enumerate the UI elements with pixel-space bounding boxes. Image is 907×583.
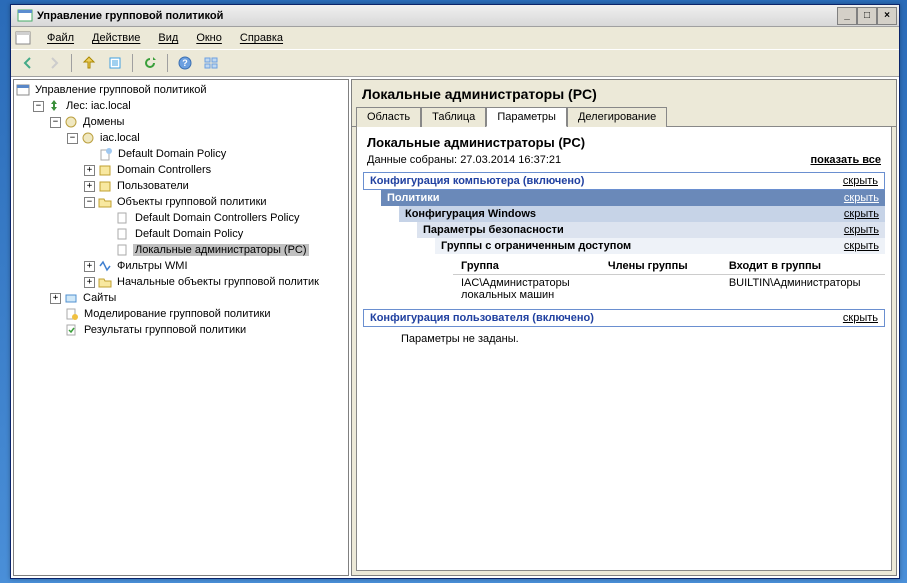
expand-icon[interactable]: +: [84, 165, 95, 176]
results-icon: [65, 323, 79, 337]
section-restricted-groups[interactable]: Группы с ограниченным доступом скрыть: [435, 238, 885, 254]
ou-icon: [98, 179, 112, 193]
section-policies[interactable]: Политики скрыть: [381, 190, 885, 206]
tree-gpo-ddp[interactable]: Default Domain Policy: [101, 226, 346, 242]
no-params-text: Параметры не заданы.: [381, 327, 885, 351]
expand-icon[interactable]: +: [84, 181, 95, 192]
tree-domains[interactable]: − Домены: [50, 114, 346, 130]
main-window: Управление групповой политикой _ □ × Фай…: [10, 4, 900, 579]
folder-icon: [98, 195, 112, 209]
tree-pane[interactable]: Управление групповой политикой − Лес: ia…: [13, 79, 349, 576]
hide-link[interactable]: скрыть: [844, 208, 879, 220]
collapse-icon[interactable]: −: [84, 197, 95, 208]
content-area: Управление групповой политикой − Лес: ia…: [11, 77, 899, 578]
menubar: Файл Действие Вид Окно Справка: [11, 27, 899, 49]
tree-gpo-local-admins[interactable]: Локальные администраторы (PC): [101, 242, 346, 258]
titlebar[interactable]: Управление групповой политикой _ □ ×: [11, 5, 899, 27]
tab-settings[interactable]: Параметры: [486, 107, 567, 127]
domains-icon: [64, 115, 78, 129]
maximize-button[interactable]: □: [857, 7, 877, 25]
tree-gpo-container[interactable]: − Объекты групповой политики: [84, 194, 346, 210]
col-member-of: Входит в группы: [721, 258, 885, 275]
menu-help[interactable]: Справка: [232, 30, 291, 46]
view-button[interactable]: [200, 52, 222, 74]
tree-results[interactable]: Результаты групповой политики: [50, 322, 346, 338]
tree-sites[interactable]: + Сайты: [50, 290, 346, 306]
hide-link[interactable]: скрыть: [844, 192, 879, 204]
expand-icon[interactable]: +: [84, 277, 95, 288]
tree-starter[interactable]: + Начальные объекты групповой политик: [84, 274, 346, 290]
collected-text: Данные собраны: 27.03.2014 16:37:21: [367, 154, 561, 166]
separator: [71, 54, 72, 72]
menu-action[interactable]: Действие: [84, 30, 148, 46]
section-computer-config[interactable]: Конфигурация компьютера (включено) скрыт…: [363, 172, 885, 190]
wmi-icon: [98, 259, 112, 273]
hide-link[interactable]: скрыть: [844, 240, 879, 252]
separator: [167, 54, 168, 72]
tree-gpo-ddcp[interactable]: Default Domain Controllers Policy: [101, 210, 346, 226]
folder-icon: [98, 275, 112, 289]
sites-icon: [64, 291, 78, 305]
tree-forest[interactable]: − Лес: iac.local: [33, 98, 346, 114]
tree-ddp[interactable]: Default Domain Policy: [84, 146, 346, 162]
restricted-groups-table: Группа Члены группы Входит в группы IAC\…: [453, 258, 885, 303]
collapse-icon[interactable]: −: [33, 101, 44, 112]
section-security[interactable]: Параметры безопасности скрыть: [417, 222, 885, 238]
hide-link[interactable]: скрыть: [843, 312, 878, 324]
toolbar: ?: [11, 49, 899, 77]
tab-delegation[interactable]: Делегирование: [567, 107, 667, 127]
details-pane: Локальные администраторы (PC) Область Та…: [351, 79, 897, 576]
minimize-button[interactable]: _: [837, 7, 857, 25]
refresh-button[interactable]: [139, 52, 161, 74]
menu-window[interactable]: Окно: [188, 30, 230, 46]
separator: [132, 54, 133, 72]
gpo-icon: [116, 227, 130, 241]
tab-scope[interactable]: Область: [356, 107, 421, 127]
gpo-link-icon: [99, 147, 113, 161]
settings-body[interactable]: Локальные администраторы (PC) Данные соб…: [356, 127, 892, 571]
tabs: Область Таблица Параметры Делегирование: [352, 106, 896, 127]
panel-title: Локальные администраторы (PC): [363, 133, 885, 152]
tab-details[interactable]: Таблица: [421, 107, 486, 127]
gpo-icon: [116, 211, 130, 225]
ou-icon: [98, 163, 112, 177]
svg-text:?: ?: [182, 58, 188, 68]
modeling-icon: [65, 307, 79, 321]
domain-icon: [81, 131, 95, 145]
hide-link[interactable]: скрыть: [843, 175, 878, 187]
expand-icon[interactable]: +: [50, 293, 61, 304]
tree-users[interactable]: + Пользователи: [84, 178, 346, 194]
gpmc-icon: [16, 83, 30, 97]
table-row[interactable]: IAC\Администраторы локальных машин BUILT…: [453, 275, 885, 304]
expand-icon[interactable]: +: [84, 261, 95, 272]
gpo-icon: [116, 243, 130, 257]
collapse-icon[interactable]: −: [67, 133, 78, 144]
tree-wmi[interactable]: + Фильтры WMI: [84, 258, 346, 274]
tree-root[interactable]: Управление групповой политикой: [16, 82, 346, 98]
section-windows-config[interactable]: Конфигурация Windows скрыть: [399, 206, 885, 222]
forward-button[interactable]: [43, 52, 65, 74]
close-button[interactable]: ×: [877, 7, 897, 25]
up-button[interactable]: [78, 52, 100, 74]
section-user-config[interactable]: Конфигурация пользователя (включено) скр…: [363, 309, 885, 327]
menu-view[interactable]: Вид: [150, 30, 186, 46]
col-group: Группа: [453, 258, 600, 275]
properties-button[interactable]: [104, 52, 126, 74]
hide-link[interactable]: скрыть: [844, 224, 879, 236]
tree-modeling[interactable]: Моделирование групповой политики: [50, 306, 346, 322]
tree-domain[interactable]: − iac.local: [67, 130, 346, 146]
tree-dc[interactable]: + Domain Controllers: [84, 162, 346, 178]
forest-icon: [47, 99, 61, 113]
window-title: Управление групповой политикой: [37, 10, 837, 22]
app-icon: [17, 8, 33, 24]
collapse-icon[interactable]: −: [50, 117, 61, 128]
help-button[interactable]: ?: [174, 52, 196, 74]
menu-file[interactable]: Файл: [39, 30, 82, 46]
mmc-icon: [15, 30, 31, 46]
back-button[interactable]: [17, 52, 39, 74]
show-all-link[interactable]: показать все: [811, 154, 882, 166]
col-members: Члены группы: [600, 258, 721, 275]
details-title: Локальные администраторы (PC): [352, 80, 896, 106]
